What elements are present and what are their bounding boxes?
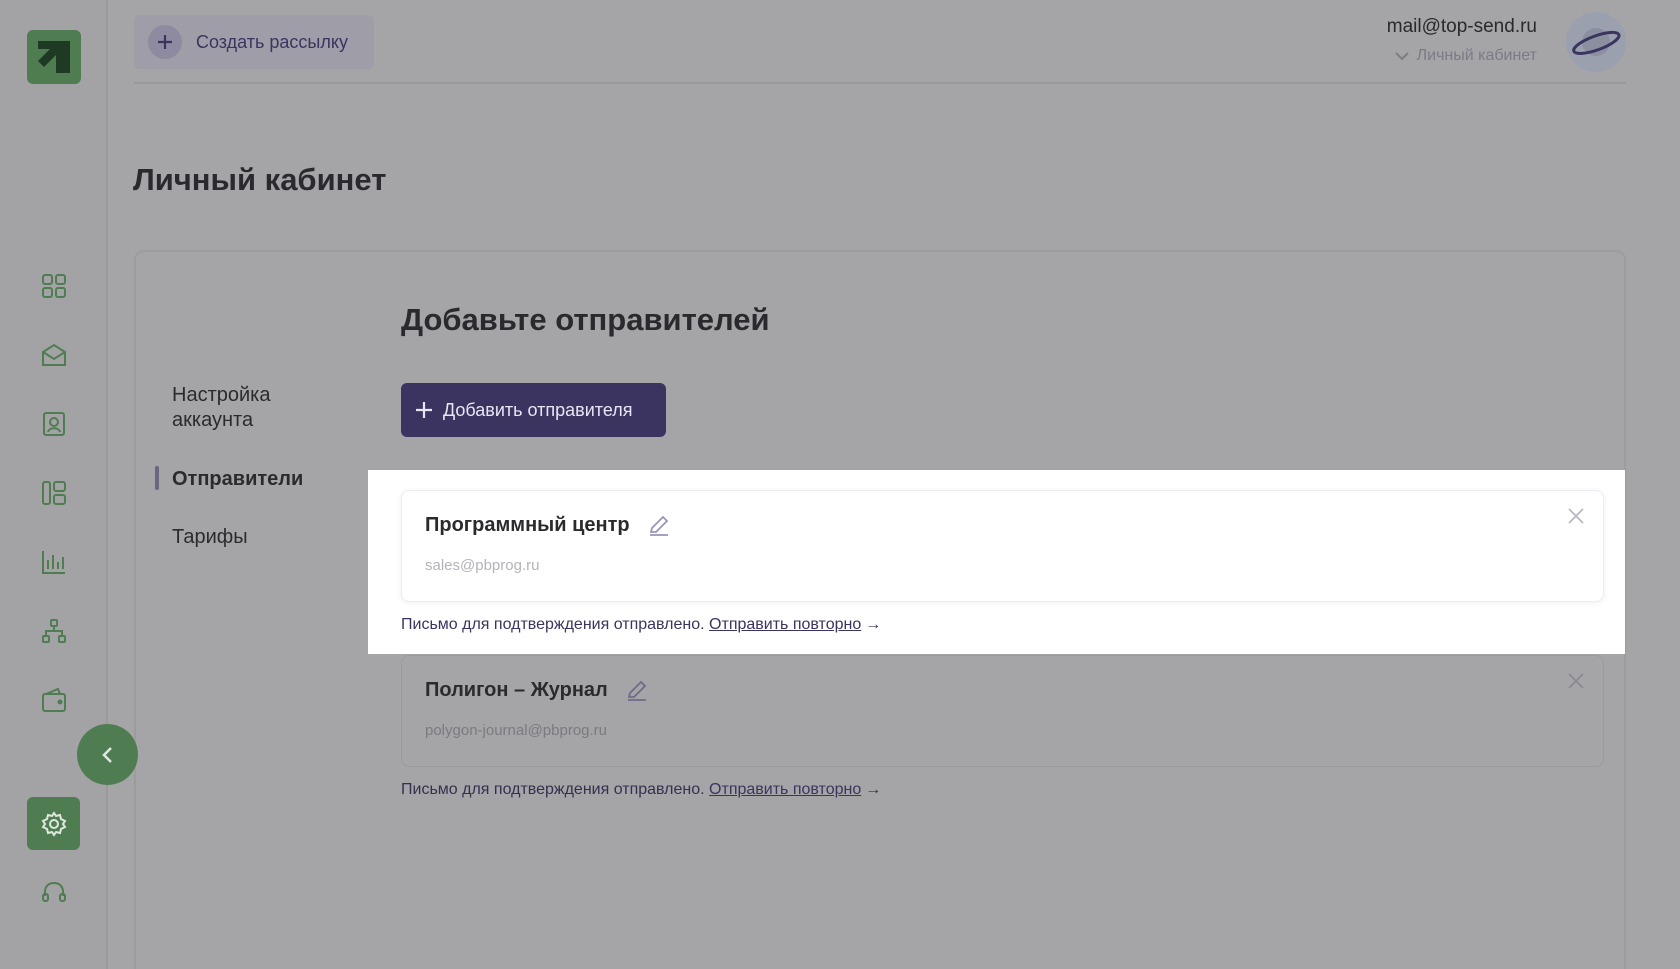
- confirmation-status: Письмо для подтверждения отправлено. Отп…: [401, 616, 881, 634]
- dashboard-icon[interactable]: [38, 270, 70, 302]
- settings-button[interactable]: [27, 797, 80, 850]
- sender-card: Полигон – Журнал polygon-journal@pbprog.…: [401, 655, 1604, 767]
- close-icon[interactable]: [1565, 505, 1587, 527]
- arrow-right-icon: →: [865, 616, 882, 633]
- avatar[interactable]: [1566, 12, 1626, 72]
- logo-icon[interactable]: [27, 30, 81, 84]
- resend-link[interactable]: Отправить повторно: [709, 616, 861, 633]
- planet-icon: [1572, 28, 1621, 56]
- create-mailing-label: Создать рассылку: [196, 31, 348, 52]
- sender-card: Программный центр sales@pbprog.ru: [401, 490, 1604, 602]
- arrow-right-icon: →: [865, 781, 882, 798]
- collapse-sidebar-button[interactable]: [77, 724, 138, 785]
- add-sender-button[interactable]: Добавить отправителя: [401, 383, 666, 437]
- edit-icon[interactable]: [626, 680, 648, 702]
- add-sender-label: Добавить отправителя: [443, 399, 633, 420]
- menu-item-account-settings[interactable]: Настройка аккаунта: [172, 383, 332, 433]
- menu-item-tariffs[interactable]: Тарифы: [172, 525, 248, 550]
- header-divider: [134, 82, 1626, 84]
- gear-icon: [41, 810, 66, 837]
- active-menu-indicator: [155, 466, 159, 490]
- close-icon[interactable]: [1565, 670, 1587, 692]
- resend-link[interactable]: Отправить повторно: [709, 781, 861, 798]
- user-menu-toggle[interactable]: Личный кабинет: [1394, 47, 1537, 65]
- edit-icon[interactable]: [648, 515, 670, 537]
- sender-name: Полигон – Журнал: [425, 679, 608, 701]
- stats-icon[interactable]: [38, 546, 70, 578]
- wallet-icon[interactable]: [38, 684, 70, 716]
- sidebar: [0, 0, 108, 969]
- chevron-down-icon: [1394, 52, 1409, 61]
- sender-email: polygon-journal@pbprog.ru: [425, 722, 608, 739]
- create-mailing-button[interactable]: Создать рассылку: [134, 15, 374, 69]
- confirmation-text: Письмо для подтверждения отправлено.: [401, 781, 705, 798]
- user-menu-label: Личный кабинет: [1416, 47, 1537, 64]
- plus-icon: [416, 402, 432, 418]
- user-email: mail@top-send.ru: [1386, 16, 1537, 37]
- sender-name: Программный центр: [425, 514, 630, 536]
- plus-icon: [148, 25, 182, 59]
- menu-item-senders[interactable]: Отправители: [172, 467, 303, 492]
- confirmation-status: Письмо для подтверждения отправлено. Отп…: [401, 781, 881, 799]
- support-icon[interactable]: [38, 877, 70, 909]
- section-title: Добавьте отправителей: [401, 302, 770, 337]
- structure-icon[interactable]: [38, 615, 70, 647]
- sender-email: sales@pbprog.ru: [425, 557, 540, 574]
- mail-icon[interactable]: [38, 339, 70, 371]
- page-title: Личный кабинет: [133, 162, 387, 197]
- templates-icon[interactable]: [38, 477, 70, 509]
- confirmation-text: Письмо для подтверждения отправлено.: [401, 616, 705, 633]
- contacts-icon[interactable]: [38, 408, 70, 440]
- chevron-left-icon: [101, 746, 112, 763]
